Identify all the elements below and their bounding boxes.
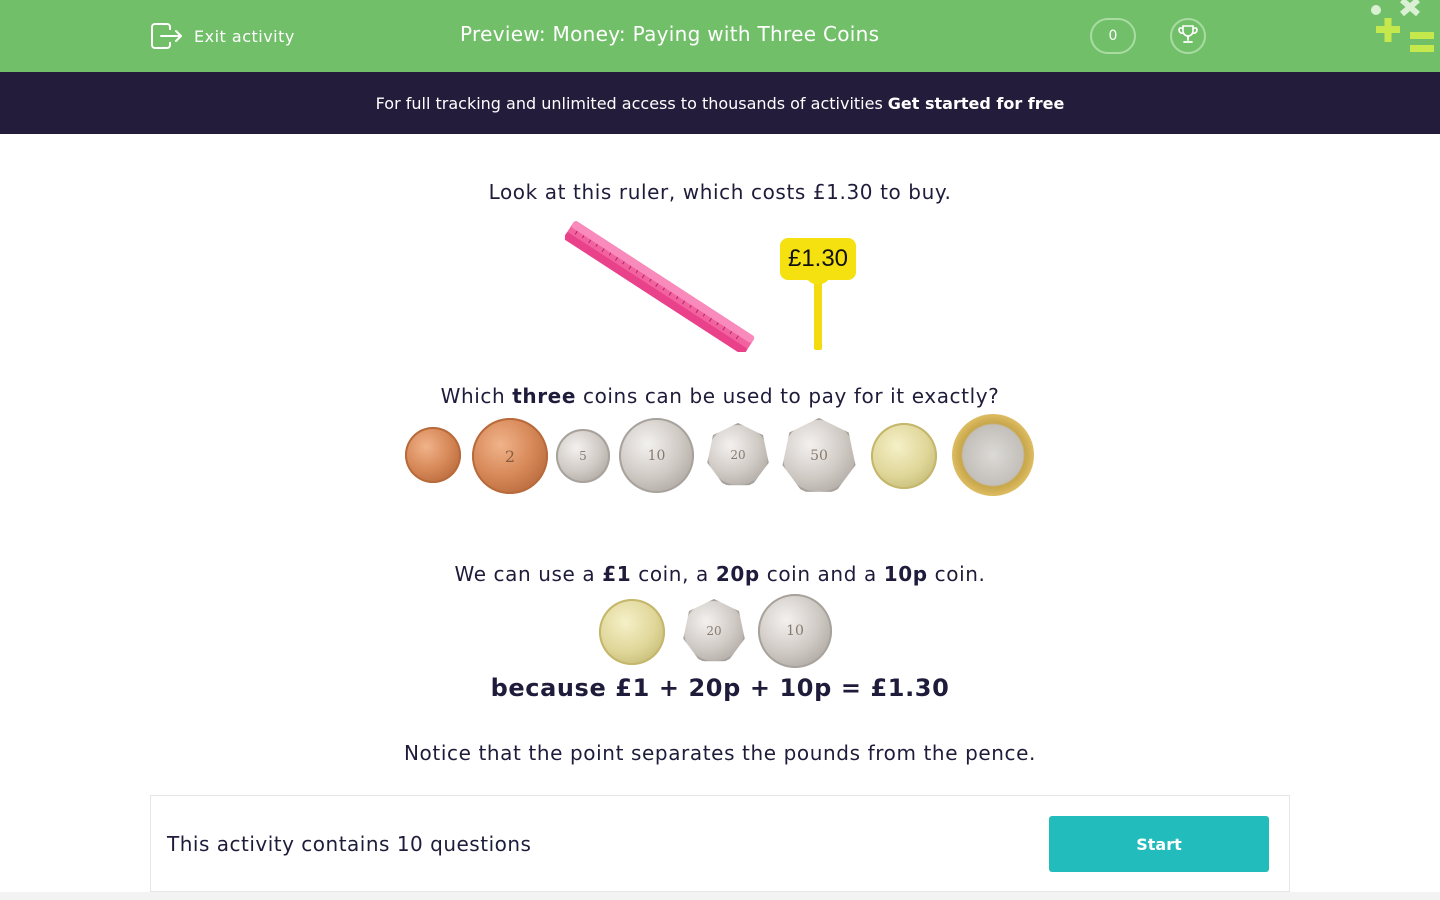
equation-text: because £1 + 20p + 10p = £1.30 — [490, 674, 950, 702]
exit-activity-button[interactable]: Exit activity — [150, 20, 295, 52]
answer-text-bold: £1 — [602, 562, 632, 586]
get-started-link[interactable]: Get started for free — [888, 94, 1065, 113]
answer-text-part: coin and a — [759, 562, 884, 586]
price-tag: £1.30 — [780, 238, 856, 352]
ruler-image — [563, 212, 765, 356]
footer-strip — [0, 892, 1440, 900]
answer-text-bold: 10p — [883, 562, 928, 586]
promo-text: For full tracking and unlimited access t… — [375, 93, 883, 113]
question-count-text: This activity contains 10 questions — [167, 832, 532, 856]
answer-text-part: coin. — [927, 562, 986, 586]
coin-10p: 10 — [619, 418, 694, 493]
promo-banner: For full tracking and unlimited access t… — [0, 72, 1440, 134]
coin-20p: 20 — [707, 423, 769, 486]
notice-text: Notice that the point separates the poun… — [404, 741, 1036, 765]
brand-logo — [1366, 0, 1440, 56]
answer-text-part: coin, a — [631, 562, 716, 586]
question-text: Which three coins can be used to pay for… — [0, 384, 1440, 408]
score-badge: 0 — [1090, 18, 1136, 54]
trophy-icon — [1177, 23, 1199, 49]
coin-50p: 50 — [782, 418, 856, 492]
coin-2-pound — [952, 414, 1034, 496]
coin-1-pound — [871, 423, 937, 489]
page-title: Preview: Money: Paying with Three Coins — [460, 22, 880, 46]
top-bar: Exit activity Preview: Money: Paying wit… — [0, 0, 1440, 72]
price-tag-stick — [814, 276, 822, 350]
coin-1p — [405, 427, 461, 483]
question-text-part: coins can be used to pay for it exactly? — [576, 384, 1000, 408]
answer-text: We can use a £1 coin, a 20p coin and a 1… — [0, 562, 1440, 586]
intro-text: Look at this ruler, which costs £1.30 to… — [488, 180, 952, 204]
coin-5p: 5 — [556, 429, 610, 483]
answer-coin-1-pound — [599, 599, 665, 665]
answer-coin-20p: 20 — [683, 599, 745, 662]
activity-info-card: This activity contains 10 questions Star… — [150, 795, 1290, 892]
start-button[interactable]: Start — [1049, 816, 1269, 872]
trophy-button[interactable] — [1170, 18, 1206, 54]
coin-2p: 2 — [472, 418, 548, 494]
answer-coin-10p: 10 — [758, 594, 832, 668]
price-tag-label: £1.30 — [780, 238, 856, 280]
exit-activity-label: Exit activity — [194, 26, 295, 46]
answer-text-bold: 20p — [715, 562, 760, 586]
answer-text-part: We can use a — [454, 562, 603, 586]
exit-icon — [150, 22, 184, 50]
question-text-bold: three — [512, 384, 577, 408]
question-text-part: Which — [440, 384, 513, 408]
